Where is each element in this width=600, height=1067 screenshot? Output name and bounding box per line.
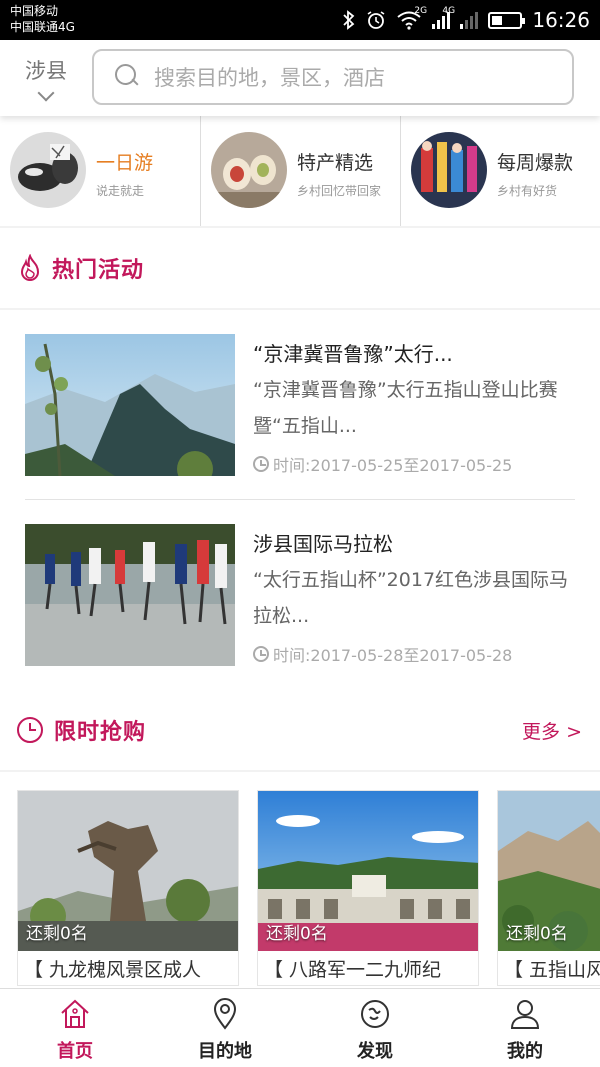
event-time-text: 时间:2017-05-25至2017-05-25 xyxy=(273,456,513,475)
tab-label: 目的地 xyxy=(198,1041,252,1062)
search-input[interactable]: 搜索目的地，景区，酒店 xyxy=(92,49,574,105)
chevron-down-icon xyxy=(37,84,55,102)
deal-card[interactable]: 还剩0名 【 八路军一二九师纪 xyxy=(257,790,479,986)
category-weekly-hot[interactable]: 每周爆款 乡村有好货 xyxy=(400,116,600,226)
event-title: 涉县国际马拉松 xyxy=(253,532,393,556)
time-icon xyxy=(253,646,269,662)
event-title: “京津冀晋鲁豫”太行... xyxy=(253,342,453,366)
more-link[interactable]: 更多 > xyxy=(522,717,582,744)
category-row: 一日游 说走就走 特产精选 乡村回忆带回家 每周爆款 乡村有好货 xyxy=(0,116,600,226)
category-subtitle: 乡村回忆带回家 xyxy=(297,184,382,198)
search-icon xyxy=(114,63,142,91)
city-label: 涉县 xyxy=(25,59,67,83)
section-title: 热门活动 xyxy=(52,258,145,283)
tea-set-photo xyxy=(10,132,86,208)
status-icons: 2G 4G 16:26 xyxy=(342,6,590,34)
status-bar: 中国移动 中国联通4G 2G 4G 16:26 xyxy=(0,0,600,40)
event-time: 时间:2017-05-28至2017-05-28 xyxy=(253,642,512,666)
search-placeholder: 搜索目的地，景区，酒店 xyxy=(154,66,385,90)
list-item[interactable]: “京津冀晋鲁豫”太行... “京津冀晋鲁豫”太行五指山登山比赛暨“五指山... … xyxy=(0,310,600,500)
mountain-photo xyxy=(25,334,235,476)
alarm-icon xyxy=(367,11,385,29)
bottom-tab-bar: 首页 目的地 发现 我的 xyxy=(0,988,600,1067)
clock-time: 16:26 xyxy=(532,8,590,32)
city-selector[interactable]: 涉县 xyxy=(22,55,70,102)
category-subtitle: 乡村有好货 xyxy=(497,184,558,198)
tab-label: 我的 xyxy=(507,1041,543,1062)
hot-activities-header: 热门活动 xyxy=(0,228,600,308)
tab-mine[interactable]: 我的 xyxy=(450,989,600,1067)
compass-icon xyxy=(361,1000,389,1028)
header: 涉县 搜索目的地，景区，酒店 xyxy=(0,40,600,116)
remaining-count: 还剩0名 xyxy=(26,924,88,944)
signal-4g-icon: 4G xyxy=(442,6,479,29)
time-icon xyxy=(253,456,269,472)
tab-discover[interactable]: 发现 xyxy=(300,989,450,1067)
tab-label: 发现 xyxy=(357,1041,393,1062)
category-title: 特产精选 xyxy=(297,152,374,174)
carrier-1: 中国移动 xyxy=(10,4,59,18)
bluetooth-icon xyxy=(343,10,355,30)
tab-destination[interactable]: 目的地 xyxy=(150,989,300,1067)
event-time-text: 时间:2017-05-28至2017-05-28 xyxy=(273,646,513,665)
remaining-count: 还剩0名 xyxy=(506,924,568,944)
flash-sale-list: 还剩0名 【 九龙槐风景区成人 还剩0名 【 八路军一二九师纪 还剩0名 【 五… xyxy=(0,772,600,988)
deal-card[interactable]: 还剩0名 【 九龙槐风景区成人 xyxy=(17,790,239,986)
category-one-day-tour[interactable]: 一日游 说走就走 xyxy=(0,116,200,226)
event-list: “京津冀晋鲁豫”太行... “京津冀晋鲁豫”太行五指山登山比赛暨“五指山... … xyxy=(0,310,600,690)
list-item[interactable]: 涉县国际马拉松 “太行五指山杯”2017红色涉县国际马拉松... 时间:2017… xyxy=(0,500,600,690)
category-title: 每周爆款 xyxy=(497,152,574,174)
marathon-photo xyxy=(25,524,235,666)
event-description: “太行五指山杯”2017红色涉县国际马拉松... xyxy=(253,569,569,627)
battery-icon xyxy=(488,11,526,29)
deal-card[interactable]: 还剩0名 【 五指山风 xyxy=(497,790,600,986)
user-icon xyxy=(510,1000,540,1029)
carrier-2: 中国联通4G xyxy=(10,20,75,34)
clock-icon xyxy=(17,717,43,743)
food-rolls-photo xyxy=(211,132,287,208)
location-pin-icon xyxy=(213,998,237,1030)
category-specialties[interactable]: 特产精选 乡村回忆带回家 xyxy=(200,116,400,226)
deal-title: 【 九龙槐风景区成人 xyxy=(24,959,202,981)
home-icon xyxy=(61,999,89,1028)
event-description: “京津冀晋鲁豫”太行五指山登山比赛暨“五指山... xyxy=(253,379,558,437)
deal-title: 【 八路军一二九师纪 xyxy=(264,959,442,981)
event-time: 时间:2017-05-25至2017-05-25 xyxy=(253,452,512,476)
category-subtitle: 说走就走 xyxy=(96,184,145,198)
carrier-info: 中国移动 中国联通4G xyxy=(10,3,75,35)
handicraft-photo xyxy=(411,132,487,208)
deal-title: 【 五指山风 xyxy=(504,959,600,981)
flash-sale-header: 限时抢购 更多 > xyxy=(0,690,600,770)
flame-icon xyxy=(20,254,40,281)
remaining-count: 还剩0名 xyxy=(266,924,328,944)
section-title: 限时抢购 xyxy=(54,720,147,745)
category-title: 一日游 xyxy=(96,152,154,174)
tab-label: 首页 xyxy=(57,1041,93,1062)
tab-home[interactable]: 首页 xyxy=(0,989,150,1067)
